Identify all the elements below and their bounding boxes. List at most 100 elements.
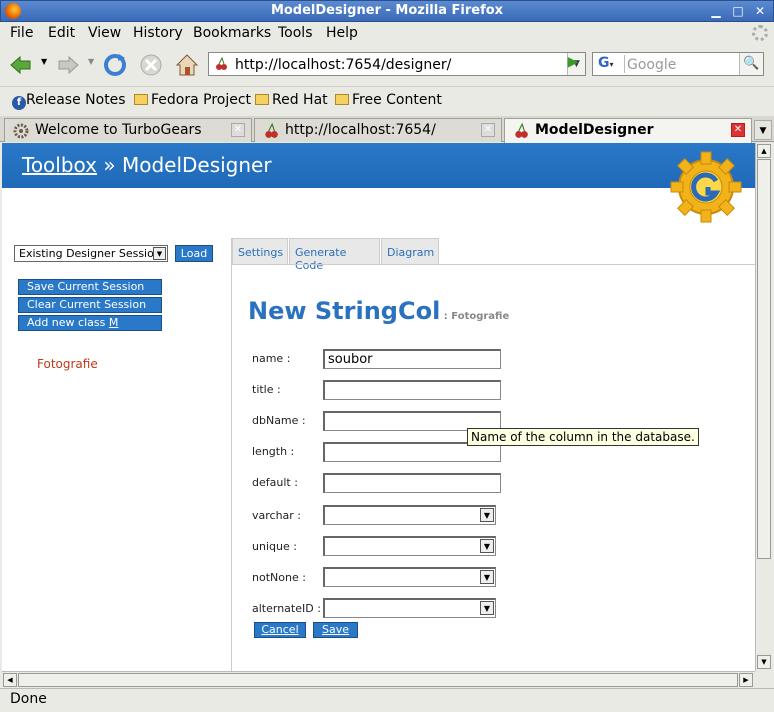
scroll-thumb[interactable] [18,673,738,687]
scroll-up-icon[interactable]: ▲ [757,144,771,158]
vertical-scrollbar[interactable]: ▲ ▼ [755,143,772,671]
tooltip: Name of the column in the database. [467,428,699,446]
minimize-button[interactable]: ▁ [707,3,725,19]
tab-welcome-turbogears[interactable]: Welcome to TurboGears ✕ [4,118,252,142]
tab-settings[interactable]: Settings [232,238,288,265]
close-tab-icon[interactable]: ✕ [481,123,495,137]
menu-help[interactable]: Help [326,25,358,41]
bookmark-fedora-project[interactable]: Fedora Project [134,92,251,108]
search-box[interactable]: G▾ Google 🔍 [592,52,764,76]
back-arrow-icon[interactable] [8,52,34,78]
bookmark-label: Fedora Project [151,92,252,108]
search-placeholder[interactable]: Google [627,57,676,73]
turbogears-favicon-icon [515,123,528,138]
tab-localhost[interactable]: http://localhost:7654/ ✕ [254,118,502,142]
alternateid-select[interactable]: ▼ [323,598,496,618]
folder-icon [255,94,269,105]
menu-history[interactable]: History [133,25,183,41]
class-link-fotografie[interactable]: Fotografie [37,357,98,371]
maximize-button[interactable]: □ [729,3,747,19]
notnone-select[interactable]: ▼ [323,567,496,587]
bookmark-free-content[interactable]: Free Content [335,92,442,108]
page-content: Toolbox » ModelDesigner Existing Designe… [2,143,755,671]
tab-label: http://localhost:7654/ [285,122,436,138]
menu-bar: File Edit View History Bookmarks Tools H… [0,22,774,44]
form-heading-title: New StringCol [248,297,441,325]
field-label-title: title : [252,383,281,396]
turbogears-favicon-icon [265,123,278,138]
throbber-icon [752,25,768,41]
cancel-button[interactable]: Cancel [254,622,306,638]
close-tab-icon[interactable]: ✕ [231,123,245,137]
title-field[interactable] [323,380,501,400]
menu-file[interactable]: File [10,25,33,41]
name-field[interactable]: soubor [323,349,501,369]
form-heading-class: : Fotografie [440,311,510,322]
page-banner: Toolbox » ModelDesigner [2,143,755,188]
menu-edit[interactable]: Edit [48,25,75,41]
folder-icon [335,94,349,105]
menu-view[interactable]: View [88,25,121,41]
bookmark-red-hat[interactable]: Red Hat [255,92,328,108]
turbogears-logo-icon [670,151,742,223]
bookmark-label: Release Notes [26,92,126,108]
tab-generate-code[interactable]: Generate Code [289,238,380,272]
tab-diagram[interactable]: Diagram [381,238,439,265]
tab-label: Welcome to TurboGears [35,122,202,138]
stop-icon[interactable] [138,52,164,78]
field-label-name: name : [252,352,291,365]
scroll-right-icon[interactable]: ▶ [739,673,753,687]
tab-list-dropdown-icon[interactable]: ▼ [754,120,772,140]
fedora-icon: f [12,96,26,110]
scroll-left-icon[interactable]: ◀ [3,673,17,687]
menu-tools[interactable]: Tools [278,25,313,41]
default-field[interactable] [323,473,501,493]
unique-select[interactable]: ▼ [323,536,496,556]
breadcrumb: Toolbox » ModelDesigner [22,153,272,177]
chevron-down-icon: ▼ [480,539,494,553]
toolbox-link[interactable]: Toolbox [22,153,97,177]
scroll-thumb[interactable] [757,159,771,559]
scroll-down-icon[interactable]: ▼ [757,655,771,669]
chevron-down-icon: ▼ [153,247,166,260]
chevron-down-icon: ▼ [480,570,494,584]
bookmark-label: Red Hat [272,92,328,108]
forward-history-dropdown-icon[interactable]: ▼ [88,57,94,66]
field-label-alternateid: alternateID : [252,602,321,615]
url-bar[interactable]: http://localhost:7654/designer/ ▼ [208,52,586,76]
session-select[interactable]: Existing Designer Session ▼ [14,245,168,262]
field-label-varchar: varchar : [252,509,302,522]
bookmark-label: Free Content [352,92,442,108]
go-arrow-icon[interactable]: ▶ [562,54,584,74]
tab-divider [232,264,755,265]
gear-icon [13,123,29,139]
forward-arrow-icon[interactable] [55,52,81,78]
menu-bookmarks[interactable]: Bookmarks [193,25,271,41]
search-magnifier-icon[interactable]: 🔍 [739,53,763,75]
home-icon[interactable] [174,52,200,78]
save-button[interactable]: Save [313,622,358,638]
google-engine-icon[interactable]: G▾ [595,55,625,73]
back-history-dropdown-icon[interactable]: ▼ [41,57,47,66]
bookmark-release-notes[interactable]: f Release Notes [12,92,126,110]
close-tab-icon[interactable]: ✕ [731,123,745,137]
load-button[interactable]: Load [175,245,213,262]
bookmarks-toolbar: f Release Notes Fedora Project Red Hat Fr… [0,86,774,114]
chevron-down-icon: ▼ [480,601,494,615]
reload-icon[interactable] [102,52,128,78]
field-label-notnone: notNone : [252,571,306,584]
folder-icon [134,94,148,105]
chevron-down-icon: ▼ [480,508,494,522]
url-text[interactable]: http://localhost:7654/designer/ [235,57,451,73]
clear-session-button[interactable]: Clear Current Session [18,297,162,313]
add-class-label: Add new class [27,316,109,329]
horizontal-scrollbar[interactable]: ◀ ▶ [2,671,755,688]
save-session-button[interactable]: Save Current Session [18,279,162,295]
window-title-bar: ModelDesigner - Mozilla Firefox ▁ □ ✕ [0,0,774,22]
breadcrumb-separator: » [97,153,122,177]
tab-bar: Welcome to TurboGears ✕ http://localhost… [0,116,774,143]
close-window-button[interactable]: ✕ [751,3,769,19]
tab-modeldesigner[interactable]: ModelDesigner ✕ [504,118,752,143]
add-class-button[interactable]: Add new class M [18,315,162,331]
varchar-select[interactable]: ▼ [323,505,496,525]
